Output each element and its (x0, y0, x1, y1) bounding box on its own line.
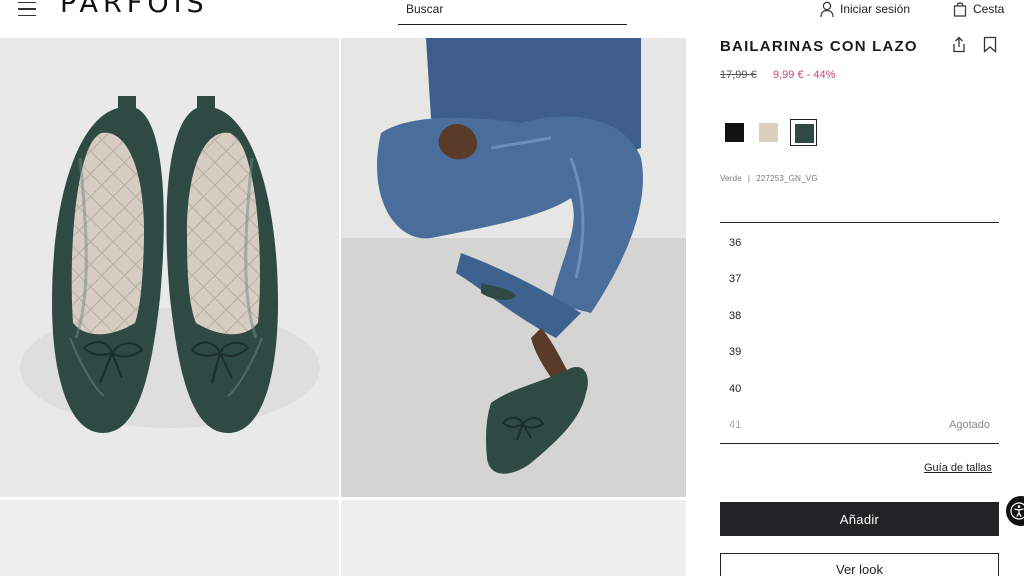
color-swatch-black[interactable] (723, 121, 746, 144)
size-guide-link[interactable]: Guía de tallas (924, 462, 992, 474)
size-option-38[interactable]: 38 (720, 307, 999, 327)
bookmark-icon[interactable] (983, 36, 997, 58)
user-icon (820, 1, 834, 17)
original-price: 17,99 € (720, 69, 757, 81)
see-look-button[interactable]: Ver look (720, 553, 999, 576)
size-option-40[interactable]: 40 (720, 380, 999, 400)
accessibility-icon[interactable] (1006, 496, 1024, 526)
search-label: Buscar (406, 2, 444, 16)
site-header: PARFOIS Buscar Iniciar sesión Cesta (0, 0, 1024, 28)
size-label: 41 (729, 419, 742, 431)
size-label: 37 (729, 273, 742, 285)
color-swatch-green-selected[interactable] (790, 119, 817, 146)
menu-icon[interactable] (18, 2, 36, 16)
product-image-4[interactable] (341, 500, 686, 576)
size-option-39[interactable]: 39 (720, 343, 999, 363)
separator: | (747, 174, 751, 183)
login-link[interactable]: Iniciar sesión (820, 1, 910, 17)
size-list-divider (720, 443, 999, 444)
cart-label: Cesta (973, 2, 1005, 16)
cart-link[interactable]: Cesta (953, 1, 1004, 17)
brand-logo[interactable]: PARFOIS (60, 0, 209, 19)
ballet-flats-top-view-image (20, 96, 320, 433)
size-list-divider (720, 222, 999, 223)
size-label: 40 (729, 383, 742, 395)
bag-icon (953, 2, 967, 17)
swatch-fill (795, 124, 814, 143)
share-icon[interactable] (951, 36, 967, 58)
size-status: Agotado (949, 419, 990, 431)
add-to-cart-button[interactable]: Añadir (720, 502, 999, 536)
login-label: Iniciar sesión (840, 2, 911, 16)
product-image-model[interactable] (341, 38, 686, 497)
size-label: 38 (729, 310, 742, 322)
sale-price: 9,99 € - 44% (773, 69, 836, 81)
color-swatch-beige[interactable] (757, 121, 780, 144)
product-image-flatlay[interactable] (0, 38, 339, 497)
search-input[interactable]: Buscar (398, 0, 627, 25)
reference-code: 227253_GN_VG (756, 174, 818, 183)
size-label: 39 (729, 346, 742, 358)
swatch-fill (759, 123, 778, 142)
product-reference: Verde | 227253_GN_VG (720, 174, 818, 183)
size-option-41-sold-out: 41 Agotado (720, 416, 999, 436)
size-option-36[interactable]: 36 (720, 234, 999, 254)
model-wearing-flats-image (341, 38, 686, 497)
color-name: Verde (720, 174, 742, 183)
size-option-37[interactable]: 37 (720, 270, 999, 290)
product-image-3[interactable] (0, 500, 339, 576)
size-label: 36 (729, 237, 742, 249)
swatch-fill (725, 123, 744, 142)
product-title: BAILARINAS CON LAZO (720, 38, 918, 55)
